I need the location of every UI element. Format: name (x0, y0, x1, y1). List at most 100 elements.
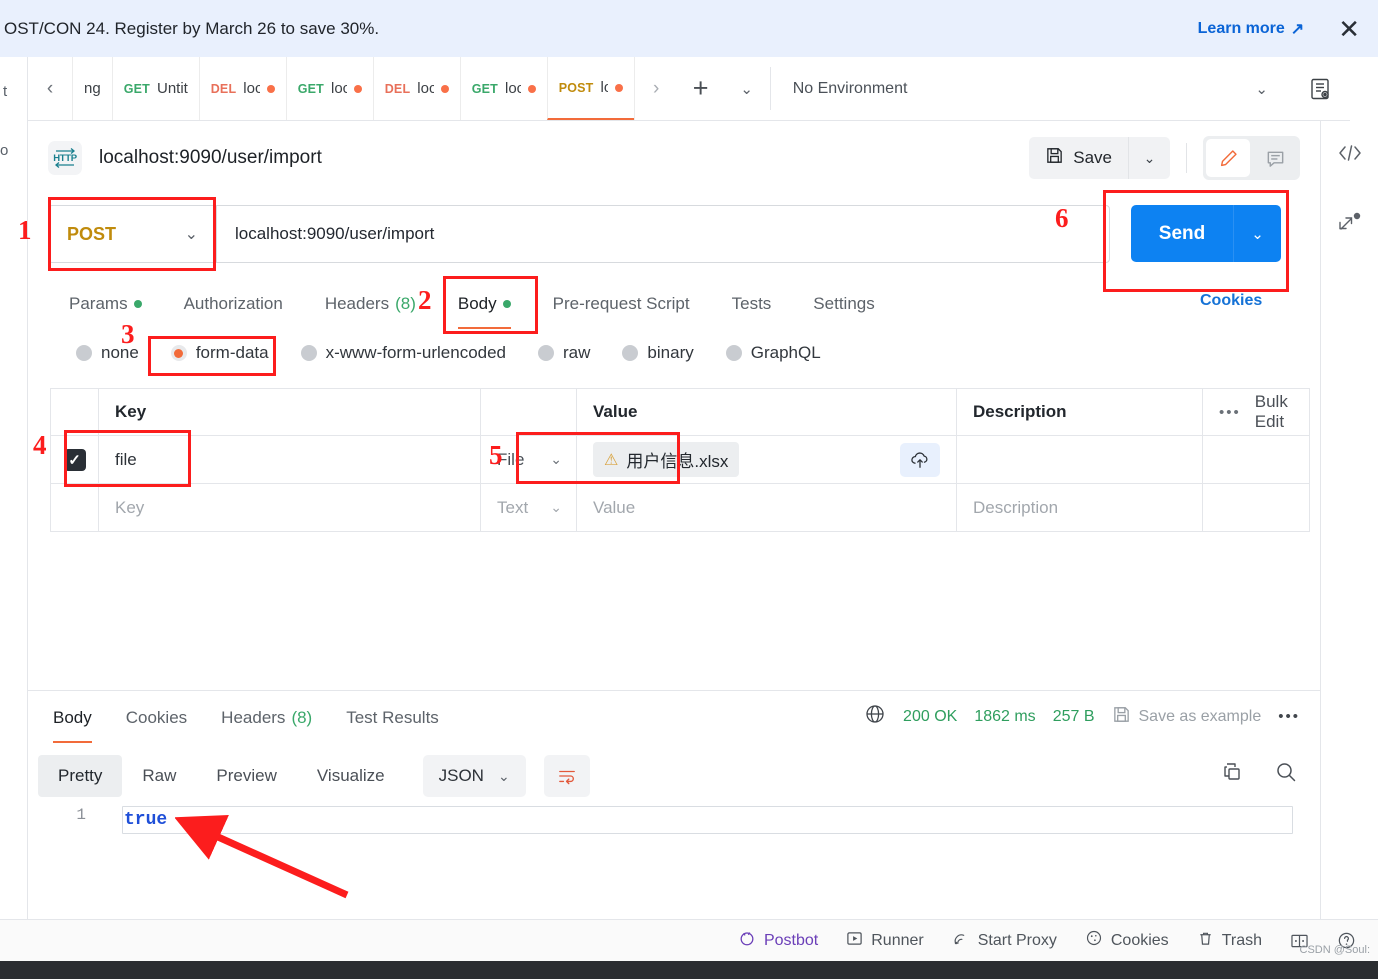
request-tab[interactable]: DEL localh (372, 57, 460, 120)
file-chip[interactable]: ⚠ 用户信息.xlsx (593, 442, 740, 477)
tab-list-chevron-down-icon[interactable]: ⌄ (724, 57, 770, 120)
request-tab[interactable]: GET locall (285, 57, 373, 120)
response-tab-headers[interactable]: Headers (8) (204, 700, 329, 736)
request-tab-name: locall (330, 80, 347, 97)
tab-params[interactable]: Params (48, 285, 163, 323)
row-description-placeholder: Description (973, 497, 1059, 517)
unsaved-dot-icon (614, 83, 623, 92)
response-body-text: true (124, 810, 168, 830)
row-type-select[interactable]: File ⌄ (481, 436, 577, 483)
bulk-edit-button[interactable]: Bulk Edit (1255, 392, 1293, 432)
postbot-button[interactable]: Postbot (738, 929, 818, 952)
body-type-graphql[interactable]: GraphQL (710, 343, 837, 363)
tab-body[interactable]: Body (437, 285, 532, 329)
cookies-button[interactable]: Cookies (1085, 929, 1169, 952)
close-icon[interactable]: ✕ (1338, 16, 1360, 42)
runner-label: Runner (871, 931, 924, 949)
format-preview[interactable]: Preview (196, 755, 296, 797)
http-method-value: POST (67, 223, 117, 244)
http-method-select[interactable]: POST ⌄ (48, 205, 216, 263)
send-options-chevron-down-icon[interactable]: ⌄ (1233, 205, 1281, 262)
row-key-input[interactable]: file (99, 436, 481, 483)
learn-more-link[interactable]: Learn more ↗ (1198, 19, 1305, 39)
format-pretty[interactable]: Pretty (38, 755, 123, 797)
runner-button[interactable]: Runner (846, 930, 924, 952)
body-type-raw-label: raw (563, 343, 591, 362)
expand-collapse-icon[interactable] (1336, 211, 1364, 235)
response-tab-cookies[interactable]: Cookies (109, 700, 204, 736)
request-tab[interactable]: ng (72, 57, 112, 120)
send-button[interactable]: Send (1131, 205, 1233, 262)
has-content-dot-icon (502, 300, 511, 308)
body-type-none[interactable]: none (60, 343, 155, 363)
response-tab-test-results[interactable]: Test Results (329, 700, 456, 736)
os-taskbar (0, 961, 1378, 979)
postbot-icon (738, 929, 756, 952)
response-format-bar: Pretty Raw Preview Visualize JSON ⌄ (38, 755, 590, 797)
pencil-icon[interactable] (1206, 139, 1250, 177)
unsaved-dot-icon (527, 84, 536, 93)
tab-pre-request-script[interactable]: Pre-request Script (532, 285, 711, 323)
row-description-input[interactable]: Description (957, 484, 1203, 531)
wrap-lines-icon[interactable] (543, 755, 590, 797)
request-tab[interactable]: DEL localh (198, 57, 286, 120)
response-tab-test-results-label: Test Results (346, 708, 439, 727)
copy-icon[interactable] (1220, 760, 1244, 789)
search-icon[interactable] (1274, 760, 1298, 789)
header-actions: Save ⌄ (1029, 136, 1300, 180)
request-section-tabs: Params Authorization Headers (8) Body Pr… (48, 285, 896, 329)
cloud-upload-icon[interactable] (900, 442, 940, 477)
tab-settings[interactable]: Settings (792, 285, 895, 323)
response-language-select[interactable]: JSON ⌄ (422, 755, 526, 797)
row-checkbox-checked[interactable] (63, 448, 86, 471)
request-tab-active[interactable]: POST loca (546, 57, 634, 120)
globe-icon[interactable] (864, 703, 886, 730)
row-value-cell[interactable]: ⚠ 用户信息.xlsx (577, 436, 957, 483)
body-type-raw[interactable]: raw (522, 343, 606, 363)
body-type-none-label: none (101, 343, 139, 362)
chevron-right-icon[interactable]: › (633, 57, 678, 120)
trash-icon (1197, 930, 1214, 952)
trash-label: Trash (1221, 931, 1262, 949)
more-options-icon[interactable]: ••• (1278, 708, 1300, 725)
response-body-viewer: 1 (38, 806, 1293, 836)
body-type-form-data[interactable]: form-data (155, 343, 285, 363)
chevron-left-icon[interactable]: ‹ (28, 57, 72, 120)
format-raw[interactable]: Raw (122, 755, 196, 797)
save-options-chevron-down-icon[interactable]: ⌄ (1128, 137, 1170, 179)
trash-button[interactable]: Trash (1197, 930, 1262, 952)
tab-tests[interactable]: Tests (711, 285, 793, 323)
row-checkbox-cell[interactable] (51, 484, 99, 531)
chevron-down-icon: ⌄ (550, 451, 562, 467)
row-value-input[interactable]: Value (577, 484, 957, 531)
request-tab[interactable]: GET locall (459, 57, 547, 120)
code-snippet-icon[interactable] (1337, 143, 1363, 163)
new-tab-button[interactable]: + (678, 57, 724, 120)
more-options-icon[interactable]: ••• (1219, 404, 1241, 421)
response-tab-body[interactable]: Body (36, 700, 109, 743)
body-type-binary[interactable]: binary (606, 343, 709, 363)
cookies-link[interactable]: Cookies (1200, 292, 1262, 310)
body-type-urlencoded[interactable]: x-www-form-urlencoded (285, 343, 522, 363)
tab-headers-count: (8) (395, 294, 416, 313)
request-tab-method: DEL (384, 81, 411, 96)
environment-name: No Environment (792, 79, 908, 97)
environment-quick-look-icon[interactable] (1290, 57, 1350, 120)
tab-headers[interactable]: Headers (8) (304, 285, 437, 323)
row-description-input[interactable] (957, 436, 1203, 483)
row-key-input[interactable]: Key (99, 484, 481, 531)
save-button[interactable]: Save (1029, 137, 1128, 179)
url-input[interactable]: localhost:9090/user/import (216, 205, 1110, 263)
row-type-select[interactable]: Text ⌄ (481, 484, 577, 531)
row-value-placeholder: Value (593, 497, 636, 517)
view-mode-group (1203, 136, 1300, 180)
promo-banner: OST/CON 24. Register by March 26 to save… (0, 0, 1378, 57)
comment-icon[interactable] (1253, 139, 1297, 177)
save-as-example-button[interactable]: Save as example (1112, 705, 1261, 729)
tab-authorization[interactable]: Authorization (163, 285, 304, 323)
environment-selector[interactable]: No Environment ⌄ (771, 57, 1290, 120)
format-visualize[interactable]: Visualize (297, 755, 405, 797)
start-proxy-button[interactable]: Start Proxy (952, 929, 1057, 952)
request-tab[interactable]: GET Untitle (111, 57, 199, 120)
response-body-line[interactable] (122, 806, 1293, 834)
